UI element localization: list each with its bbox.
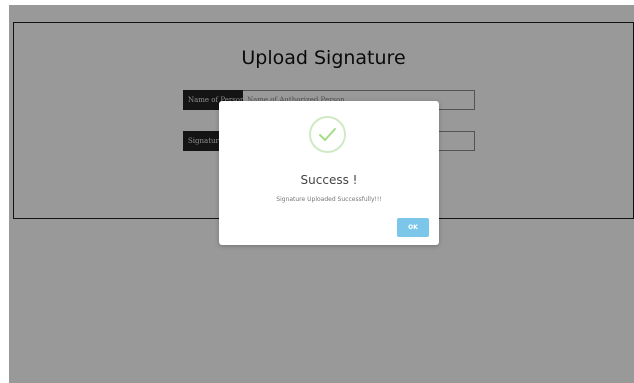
success-dialog: Success ! Signature Uploaded Successfull… <box>219 101 439 245</box>
ok-button[interactable]: OK <box>397 218 429 237</box>
dialog-message: Signature Uploaded Successfully!!! <box>276 196 382 203</box>
success-check-icon <box>309 116 346 153</box>
dialog-title: Success ! <box>300 173 358 187</box>
